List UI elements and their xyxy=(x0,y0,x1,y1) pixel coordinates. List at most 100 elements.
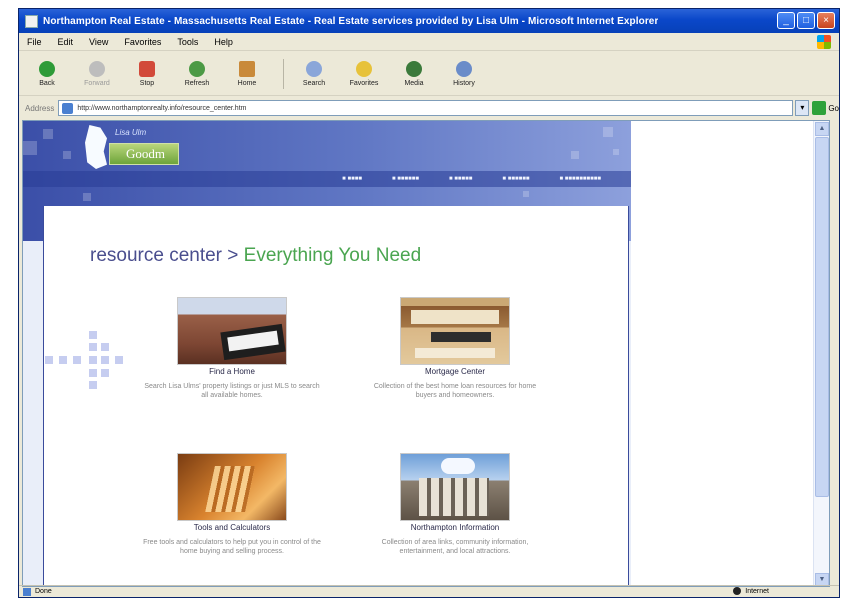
address-url: http://www.northamptonrealty.info/resour… xyxy=(77,104,247,112)
refresh-button[interactable]: Refresh xyxy=(177,55,217,93)
nav-link[interactable]: ■ ■■■■■■ xyxy=(502,176,529,182)
maximize-button[interactable]: □ xyxy=(797,12,815,29)
banner-tile xyxy=(603,127,613,137)
page-title: resource center > Everything You Need xyxy=(90,245,421,267)
card-mortgage-center[interactable]: Mortgage Center Collection of the best h… xyxy=(366,297,544,400)
card-label[interactable]: Find a Home xyxy=(143,367,321,376)
globe-icon xyxy=(733,587,742,595)
page-icon xyxy=(62,103,74,114)
stop-icon xyxy=(139,60,155,77)
menu-favorites[interactable]: Favorites xyxy=(124,37,161,47)
nav-link[interactable]: ■ ■■■■■■■■■■ xyxy=(559,176,601,182)
menu-help[interactable]: Help xyxy=(214,37,233,47)
toolbar-separator xyxy=(283,58,284,89)
favorites-button[interactable]: Favorites xyxy=(344,55,384,93)
massachusetts-map-icon xyxy=(85,125,107,169)
decor-dot xyxy=(89,381,97,389)
back-button[interactable]: Back xyxy=(27,55,67,93)
decor-dot xyxy=(89,356,97,364)
stop-button[interactable]: Stop xyxy=(127,55,167,93)
decor-dot xyxy=(59,356,67,364)
calculator-photo xyxy=(177,453,287,521)
banner-tile xyxy=(571,151,579,159)
card-tools-calculators[interactable]: Tools and Calculators Free tools and cal… xyxy=(143,453,321,556)
menu-file[interactable]: File xyxy=(27,37,42,47)
house-photo xyxy=(177,297,287,365)
nav-link[interactable]: ■ ■■■■■■ xyxy=(392,176,419,182)
window-controls: _ □ × xyxy=(777,12,835,29)
decor-dot xyxy=(101,369,109,377)
nav-link[interactable]: ■ ■■■■■ xyxy=(449,176,472,182)
document-stack xyxy=(431,332,491,342)
scroll-up-button[interactable]: ▲ xyxy=(815,122,829,136)
document-stack xyxy=(411,310,499,324)
nav-link[interactable]: ■ ■■■■ xyxy=(342,176,362,182)
page-status-icon xyxy=(23,587,31,596)
history-label: History xyxy=(453,79,475,87)
banner-tile xyxy=(613,149,619,155)
forward-label: Forward xyxy=(84,79,110,87)
town-photo xyxy=(400,453,510,521)
favorites-label: Favorites xyxy=(349,79,379,87)
history-button[interactable]: History xyxy=(444,55,484,93)
decor-dot xyxy=(101,356,109,364)
close-button[interactable]: × xyxy=(817,12,835,29)
address-bar: Address http://www.northamptonrealty.inf… xyxy=(19,97,839,119)
title-bar: Northampton Real Estate - Massachusetts … xyxy=(19,9,839,33)
title-highlight: Everything You Need xyxy=(243,245,422,266)
home-button[interactable]: Home xyxy=(227,55,267,93)
windows-logo-icon xyxy=(817,35,831,49)
card-label[interactable]: Northampton Information xyxy=(366,523,544,532)
media-button[interactable]: Media xyxy=(394,55,434,93)
go-label: Go xyxy=(828,103,839,113)
forward-arrow-icon xyxy=(89,60,105,77)
go-button[interactable]: Go xyxy=(812,101,839,115)
forward-button[interactable]: Forward xyxy=(77,55,117,93)
mortgage-photo xyxy=(400,297,510,365)
page-viewport: Lisa Ulm Goodm ■ ■■■■ ■ ■■■■■■ ■ ■■■■■ ■… xyxy=(22,120,830,587)
address-input[interactable]: http://www.northamptonrealty.info/resour… xyxy=(58,100,794,116)
scroll-thumb[interactable] xyxy=(815,137,829,497)
search-button[interactable]: Search xyxy=(294,55,334,93)
banner-tile xyxy=(83,193,91,201)
card-description: Free tools and calculators to help put y… xyxy=(143,539,321,555)
ie-icon xyxy=(25,14,38,28)
banner-tile xyxy=(43,129,53,139)
logo-tagline: Lisa Ulm xyxy=(115,128,147,137)
card-northampton-info[interactable]: Northampton Information Collection of ar… xyxy=(366,453,544,556)
window-title: Northampton Real Estate - Massachusetts … xyxy=(43,15,659,27)
media-label: Media xyxy=(404,79,424,87)
menu-tools[interactable]: Tools xyxy=(177,37,198,47)
site-logo[interactable]: Lisa Ulm Goodm xyxy=(85,125,185,169)
decorative-dots xyxy=(45,331,125,391)
search-label: Search xyxy=(302,79,326,87)
site-navigation: ■ ■■■■ ■ ■■■■■■ ■ ■■■■■ ■ ■■■■■■ ■ ■■■■■… xyxy=(23,171,631,187)
stop-label: Stop xyxy=(139,79,155,87)
toolbar: Back Forward Stop Refresh Home Search Fa… xyxy=(19,52,839,96)
card-label[interactable]: Tools and Calculators xyxy=(143,523,321,532)
refresh-icon xyxy=(189,60,205,77)
status-text: Done xyxy=(35,588,52,595)
building xyxy=(419,478,489,516)
browser-window: Northampton Real Estate - Massachusetts … xyxy=(18,8,840,598)
card-description: Collection of the best home loan resourc… xyxy=(373,383,537,399)
banner-tile xyxy=(23,141,37,155)
vertical-scrollbar[interactable]: ▲ ▼ xyxy=(813,121,829,586)
media-icon xyxy=(406,60,422,77)
card-label[interactable]: Mortgage Center xyxy=(366,367,544,376)
card-description: Search Lisa Ulms' property listings or j… xyxy=(144,383,320,399)
go-arrow-icon xyxy=(812,101,827,115)
card-find-home[interactable]: Find a Home Search Lisa Ulms' property l… xyxy=(143,297,321,400)
minimize-button[interactable]: _ xyxy=(777,12,795,29)
address-dropdown-button[interactable]: ▾ xyxy=(795,100,810,116)
banner-tile xyxy=(523,191,529,197)
menu-edit[interactable]: Edit xyxy=(58,37,74,47)
calculator-keys xyxy=(205,466,255,512)
decor-dot xyxy=(89,331,97,339)
star-icon xyxy=(356,60,372,77)
title-section: resource center > xyxy=(90,245,244,266)
zone-label: Internet xyxy=(745,587,769,595)
decor-dot xyxy=(101,343,109,351)
menu-view[interactable]: View xyxy=(89,37,108,47)
decor-dot xyxy=(89,369,97,377)
